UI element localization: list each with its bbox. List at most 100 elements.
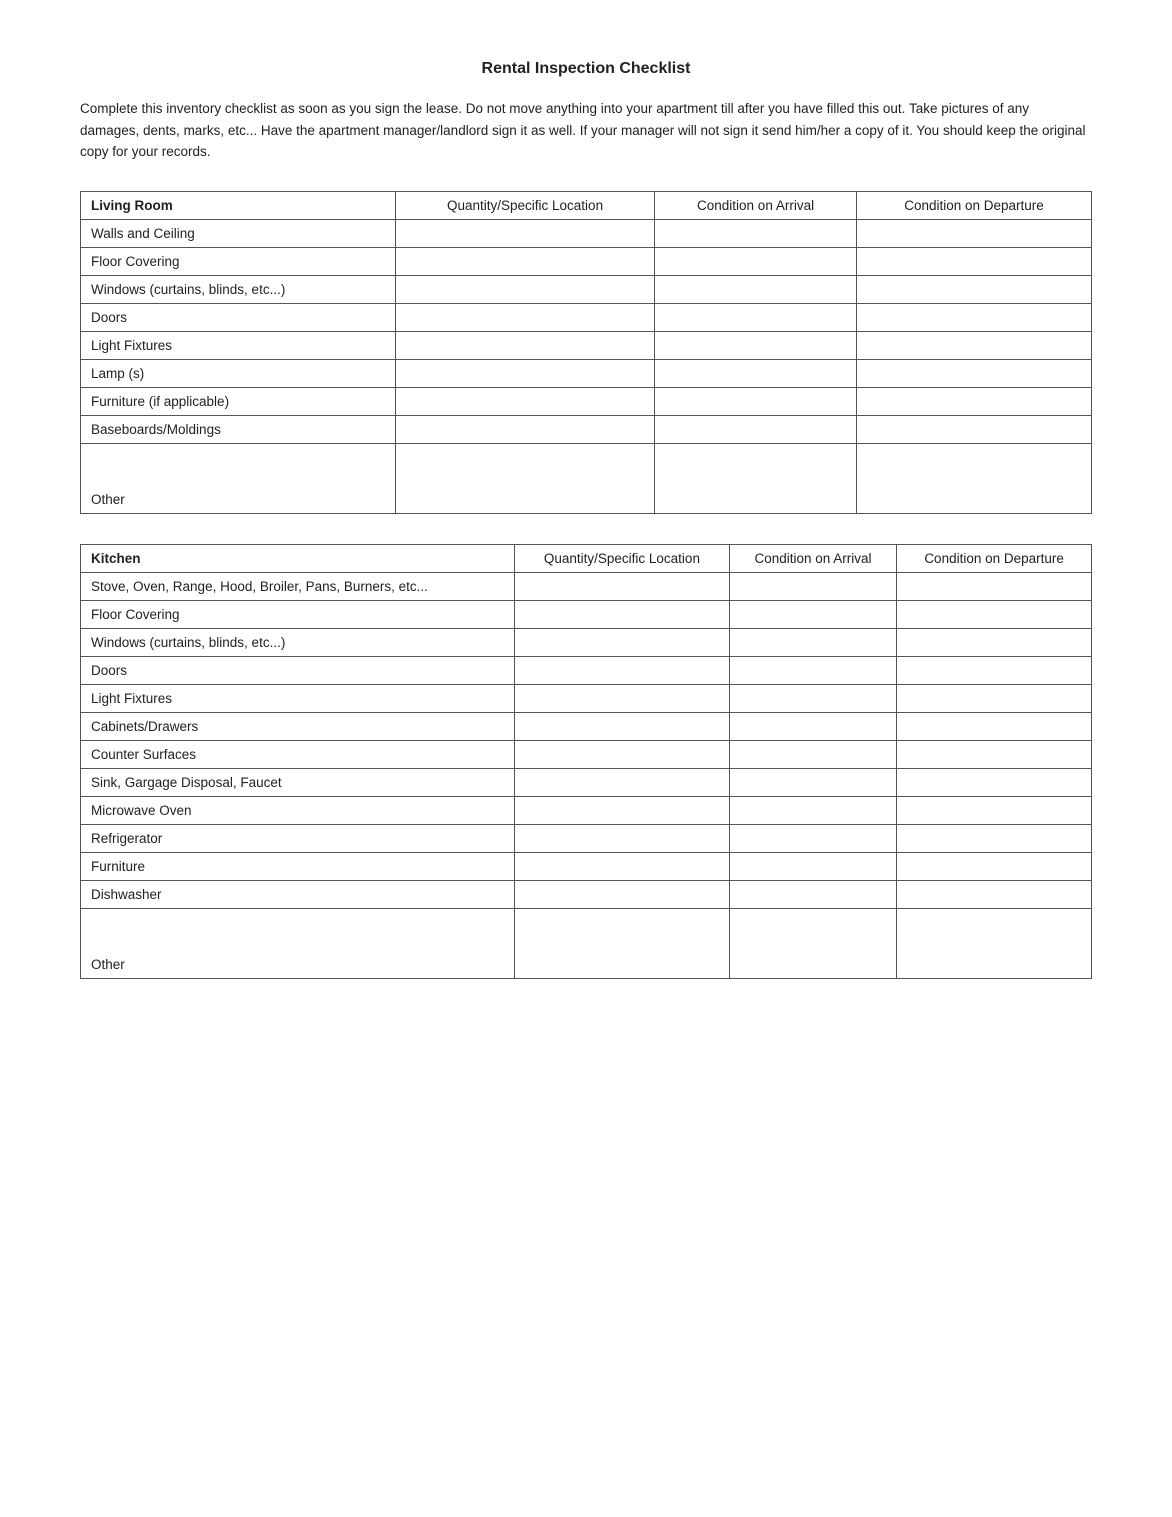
living-room-table: Living Room Quantity/Specific Location C… — [80, 191, 1092, 514]
item-label: Dishwasher — [81, 880, 515, 908]
table-row: Other — [81, 908, 1092, 978]
arrival-cell — [655, 415, 857, 443]
arrival-cell — [729, 824, 896, 852]
arrival-cell — [729, 852, 896, 880]
item-label: Windows (curtains, blinds, etc...) — [81, 628, 515, 656]
departure-cell — [857, 219, 1092, 247]
qty-cell — [396, 443, 655, 513]
arrival-cell — [729, 740, 896, 768]
qty-cell — [396, 331, 655, 359]
departure-cell — [897, 908, 1092, 978]
condition-arrival-header-k: Condition on Arrival — [729, 544, 896, 572]
kitchen-table: Kitchen Quantity/Specific Location Condi… — [80, 544, 1092, 979]
departure-cell — [897, 684, 1092, 712]
arrival-cell — [729, 628, 896, 656]
page-title: Rental Inspection Checklist — [80, 60, 1092, 78]
departure-cell — [897, 880, 1092, 908]
item-label: Floor Covering — [81, 600, 515, 628]
kitchen-header: Kitchen — [81, 544, 515, 572]
departure-cell — [897, 768, 1092, 796]
item-label: Refrigerator — [81, 824, 515, 852]
qty-cell — [515, 600, 730, 628]
arrival-cell — [729, 712, 896, 740]
condition-departure-header-lr: Condition on Departure — [857, 191, 1092, 219]
departure-cell — [897, 628, 1092, 656]
qty-cell — [515, 572, 730, 600]
arrival-cell — [655, 387, 857, 415]
item-label: Microwave Oven — [81, 796, 515, 824]
arrival-cell — [729, 656, 896, 684]
arrival-cell — [729, 796, 896, 824]
qty-cell — [396, 247, 655, 275]
qty-location-header-k: Quantity/Specific Location — [515, 544, 730, 572]
item-label: Cabinets/Drawers — [81, 712, 515, 740]
item-label: Floor Covering — [81, 247, 396, 275]
table-row: Dishwasher — [81, 880, 1092, 908]
qty-cell — [396, 275, 655, 303]
qty-cell — [396, 387, 655, 415]
qty-cell — [515, 712, 730, 740]
table-row: Light Fixtures — [81, 331, 1092, 359]
table-row: Furniture — [81, 852, 1092, 880]
departure-cell — [857, 303, 1092, 331]
item-label: Other — [81, 908, 515, 978]
departure-cell — [897, 712, 1092, 740]
qty-cell — [515, 880, 730, 908]
item-label: Lamp (s) — [81, 359, 396, 387]
item-label: Doors — [81, 656, 515, 684]
item-label: Furniture (if applicable) — [81, 387, 396, 415]
departure-cell — [857, 247, 1092, 275]
departure-cell — [857, 331, 1092, 359]
qty-cell — [515, 852, 730, 880]
item-label: Other — [81, 443, 396, 513]
qty-cell — [515, 824, 730, 852]
departure-cell — [857, 415, 1092, 443]
condition-arrival-header-lr: Condition on Arrival — [655, 191, 857, 219]
qty-cell — [515, 768, 730, 796]
item-label: Light Fixtures — [81, 684, 515, 712]
arrival-cell — [655, 443, 857, 513]
arrival-cell — [729, 600, 896, 628]
table-row: Floor Covering — [81, 247, 1092, 275]
living-room-header: Living Room — [81, 191, 396, 219]
qty-location-header-lr: Quantity/Specific Location — [396, 191, 655, 219]
arrival-cell — [655, 247, 857, 275]
table-row: Doors — [81, 303, 1092, 331]
arrival-cell — [729, 908, 896, 978]
item-label: Sink, Gargage Disposal, Faucet — [81, 768, 515, 796]
table-row: Windows (curtains, blinds, etc...) — [81, 628, 1092, 656]
arrival-cell — [729, 572, 896, 600]
qty-cell — [396, 303, 655, 331]
item-label: Light Fixtures — [81, 331, 396, 359]
table-row: Cabinets/Drawers — [81, 712, 1092, 740]
departure-cell — [857, 275, 1092, 303]
qty-cell — [515, 628, 730, 656]
table-row: Windows (curtains, blinds, etc...) — [81, 275, 1092, 303]
qty-cell — [515, 740, 730, 768]
qty-cell — [396, 359, 655, 387]
table-row: Microwave Oven — [81, 796, 1092, 824]
qty-cell — [515, 684, 730, 712]
item-label: Furniture — [81, 852, 515, 880]
table-row: Walls and Ceiling — [81, 219, 1092, 247]
departure-cell — [897, 852, 1092, 880]
departure-cell — [897, 600, 1092, 628]
item-label: Counter Surfaces — [81, 740, 515, 768]
qty-cell — [396, 219, 655, 247]
departure-cell — [857, 443, 1092, 513]
qty-cell — [515, 908, 730, 978]
item-label: Windows (curtains, blinds, etc...) — [81, 275, 396, 303]
arrival-cell — [729, 880, 896, 908]
table-row: Lamp (s) — [81, 359, 1092, 387]
arrival-cell — [729, 768, 896, 796]
table-row: Light Fixtures — [81, 684, 1092, 712]
departure-cell — [897, 796, 1092, 824]
arrival-cell — [655, 303, 857, 331]
intro-paragraph: Complete this inventory checklist as soo… — [80, 98, 1092, 163]
qty-cell — [396, 415, 655, 443]
table-row: Baseboards/Moldings — [81, 415, 1092, 443]
arrival-cell — [655, 275, 857, 303]
qty-cell — [515, 796, 730, 824]
table-row: Other — [81, 443, 1092, 513]
table-row: Furniture (if applicable) — [81, 387, 1092, 415]
